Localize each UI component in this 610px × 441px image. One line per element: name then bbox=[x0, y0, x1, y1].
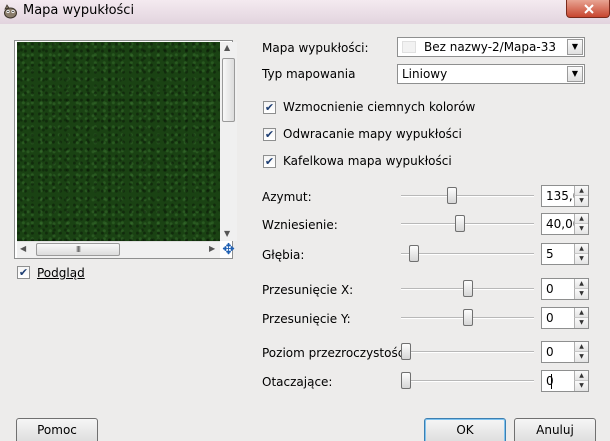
bump-map-value: Bez nazwy-2/Mapa-33 bbox=[424, 40, 556, 54]
spin-up-icon[interactable]: ▲ bbox=[574, 342, 588, 352]
ambient-slider-thumb[interactable] bbox=[401, 372, 411, 389]
offset-y-slider-thumb[interactable] bbox=[462, 309, 473, 326]
mapping-type-combo[interactable]: Liniowy ▼ bbox=[397, 64, 585, 84]
waterlevel-slider-thumb[interactable] bbox=[401, 343, 411, 360]
spin-down-icon[interactable]: ▼ bbox=[574, 289, 588, 299]
spin-up-icon[interactable]: ▲ bbox=[574, 214, 588, 224]
compensate-darkening-label: Wzmocnienie ciemnych kolorów bbox=[283, 100, 476, 114]
close-button[interactable] bbox=[566, 0, 610, 18]
depth-spinbox[interactable]: 5 ▲ ▼ bbox=[541, 243, 589, 265]
tile-bumpmap-checkbox[interactable]: ✔ bbox=[263, 155, 276, 168]
azimuth-spinbox[interactable]: 135,00 ▲ ▼ bbox=[541, 185, 589, 207]
depth-slider-track[interactable] bbox=[401, 253, 534, 255]
close-icon bbox=[584, 4, 594, 14]
tile-bumpmap-label: Kafelkowa mapa wypukłości bbox=[283, 154, 452, 168]
ok-button[interactable]: OK bbox=[424, 418, 506, 441]
ambient-label: Otaczające: bbox=[262, 375, 333, 389]
azimuth-label: Azymut: bbox=[262, 190, 312, 204]
offset-y-value: 0 bbox=[546, 311, 554, 325]
scroll-up-arrow-icon[interactable]: ▲ bbox=[224, 43, 230, 52]
ambient-slider-track[interactable] bbox=[401, 380, 534, 382]
elevation-spinbox[interactable]: 40,00 ▲ ▼ bbox=[541, 213, 589, 235]
preview-image[interactable] bbox=[17, 42, 220, 241]
waterlevel-spinbox[interactable]: 0 ▲ ▼ bbox=[541, 341, 589, 363]
depth-label: Głębia: bbox=[262, 248, 305, 262]
offset-x-value: 0 bbox=[546, 282, 554, 296]
spin-up-icon[interactable]: ▲ bbox=[574, 371, 588, 381]
horizontal-scroll-thumb[interactable]: III bbox=[36, 243, 120, 256]
spin-down-icon[interactable]: ▼ bbox=[574, 254, 588, 264]
chevron-down-icon[interactable]: ▼ bbox=[567, 39, 583, 55]
mapping-type-value: Liniowy bbox=[402, 67, 448, 81]
scroll-left-arrow-icon[interactable]: ◀ bbox=[20, 244, 26, 253]
help-button[interactable]: Pomoc bbox=[16, 418, 98, 441]
spin-up-icon[interactable]: ▲ bbox=[574, 308, 588, 318]
offset-y-label: Przesunięcie Y: bbox=[262, 312, 351, 326]
text-caret bbox=[551, 374, 552, 389]
offset-x-label: Przesunięcie X: bbox=[262, 283, 354, 297]
elevation-slider-thumb[interactable] bbox=[455, 215, 466, 232]
compensate-darkening-checkbox[interactable]: ✔ bbox=[263, 101, 276, 114]
waterlevel-value: 0 bbox=[546, 345, 554, 359]
waterlevel-label: Poziom przezroczystości: bbox=[262, 346, 412, 360]
window-title: Mapa wypukłości bbox=[23, 3, 135, 18]
mapping-type-label: Typ mapowania bbox=[262, 67, 356, 81]
gimp-app-icon bbox=[4, 4, 17, 19]
ambient-spinbox[interactable]: 0 ▲ ▼ bbox=[541, 370, 589, 392]
scroll-down-arrow-icon[interactable]: ▼ bbox=[224, 229, 230, 238]
spin-down-icon[interactable]: ▼ bbox=[574, 196, 588, 206]
offset-x-slider-thumb[interactable] bbox=[462, 280, 473, 297]
navigate-move-icon[interactable]: ✥ bbox=[220, 241, 237, 258]
depth-slider-thumb[interactable] bbox=[408, 245, 419, 262]
depth-value: 5 bbox=[546, 247, 554, 261]
elevation-label: Wzniesienie: bbox=[262, 218, 338, 232]
scroll-right-arrow-icon[interactable]: ▶ bbox=[209, 244, 215, 253]
offset-y-spinbox[interactable]: 0 ▲ ▼ bbox=[541, 307, 589, 329]
waterlevel-slider-track[interactable] bbox=[401, 351, 534, 353]
map-thumbnail-icon bbox=[402, 41, 416, 53]
spin-down-icon[interactable]: ▼ bbox=[574, 318, 588, 328]
spin-down-icon[interactable]: ▼ bbox=[574, 224, 588, 234]
vertical-scroll-thumb[interactable] bbox=[222, 58, 235, 122]
cancel-button[interactable]: Anuluj bbox=[514, 418, 596, 441]
elevation-slider-track[interactable] bbox=[401, 223, 534, 225]
offset-x-spinbox[interactable]: 0 ▲ ▼ bbox=[541, 278, 589, 300]
bump-map-label: Mapa wypukłości: bbox=[262, 41, 369, 55]
chevron-down-icon[interactable]: ▼ bbox=[567, 66, 583, 82]
spin-up-icon[interactable]: ▲ bbox=[574, 244, 588, 254]
preview-checkbox-label: Podgląd bbox=[37, 266, 85, 280]
azimuth-slider-track[interactable] bbox=[401, 195, 534, 197]
spin-up-icon[interactable]: ▲ bbox=[574, 279, 588, 289]
preview-checkbox[interactable]: ✔ bbox=[17, 266, 30, 279]
spin-up-icon[interactable]: ▲ bbox=[574, 186, 588, 196]
spin-down-icon[interactable]: ▼ bbox=[574, 352, 588, 362]
bump-map-combo[interactable]: Bez nazwy-2/Mapa-33 ▼ bbox=[397, 37, 585, 57]
title-bar[interactable]: Mapa wypukłości bbox=[0, 0, 610, 24]
ambient-value: 0 bbox=[546, 374, 554, 388]
invert-bumpmap-label: Odwracanie mapy wypukłości bbox=[283, 127, 462, 141]
invert-bumpmap-checkbox[interactable]: ✔ bbox=[263, 128, 276, 141]
azimuth-slider-thumb[interactable] bbox=[447, 187, 458, 204]
spin-down-icon[interactable]: ▼ bbox=[574, 381, 588, 391]
